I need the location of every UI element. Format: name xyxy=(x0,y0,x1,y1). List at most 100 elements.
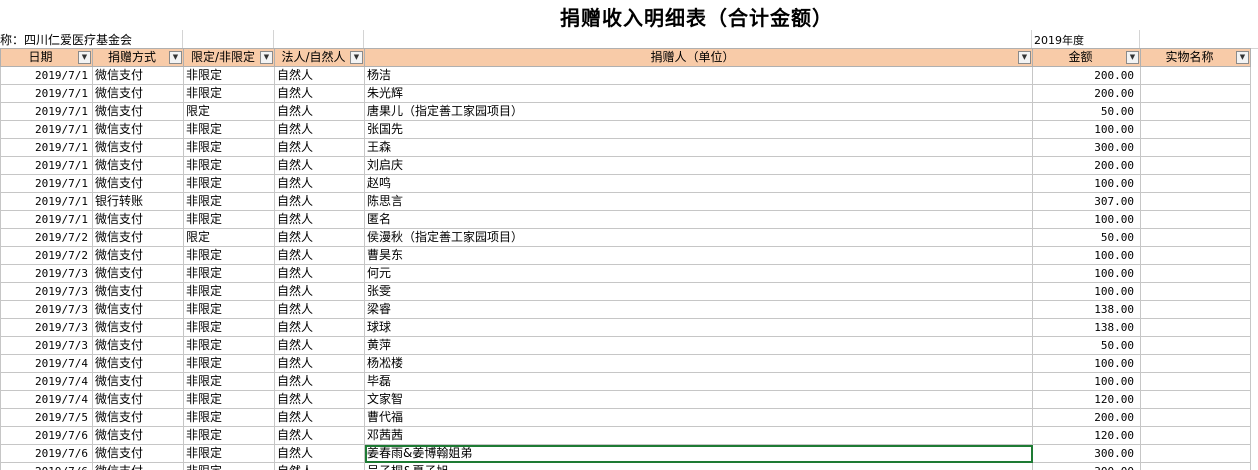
cell-entity[interactable]: 自然人 xyxy=(274,318,365,337)
cell-goods[interactable] xyxy=(1140,408,1251,427)
cell-method[interactable]: 微信支付 xyxy=(92,390,184,409)
cell-donor[interactable]: 张国先 xyxy=(364,120,1033,139)
cell-method[interactable]: 微信支付 xyxy=(92,102,184,121)
cell-amount[interactable]: 100.00 xyxy=(1032,246,1141,265)
cell-donor[interactable]: 王森 xyxy=(364,138,1033,157)
cell-date[interactable]: 2019/7/6 xyxy=(0,444,93,463)
cell-date[interactable]: 2019/7/3 xyxy=(0,264,93,283)
cell-amount[interactable]: 100.00 xyxy=(1032,174,1141,193)
cell-goods[interactable] xyxy=(1140,138,1251,157)
cell-donor[interactable]: 邓茜茜 xyxy=(364,426,1033,445)
cell-method[interactable]: 银行转账 xyxy=(92,192,184,211)
filter-dropdown-icon[interactable]: ▼ xyxy=(169,51,182,64)
cell-entity[interactable]: 自然人 xyxy=(274,84,365,103)
header-entity[interactable]: 法人/自然人 ▼ xyxy=(274,48,365,67)
cell-amount[interactable]: 100.00 xyxy=(1032,354,1141,373)
cell-entity[interactable]: 自然人 xyxy=(274,156,365,175)
cell-goods[interactable] xyxy=(1140,444,1251,463)
cell-method[interactable]: 微信支付 xyxy=(92,210,184,229)
cell-goods[interactable] xyxy=(1140,246,1251,265)
cell-goods[interactable] xyxy=(1140,228,1251,247)
cell-goods[interactable] xyxy=(1140,354,1251,373)
cell-method[interactable]: 微信支付 xyxy=(92,264,184,283)
cell-goods[interactable] xyxy=(1140,300,1251,319)
cell-goods[interactable] xyxy=(1140,462,1251,470)
cell-donor[interactable]: 毕磊 xyxy=(364,372,1033,391)
cell-amount[interactable]: 200.00 xyxy=(1032,84,1141,103)
cell-donor[interactable]: 杨凇楼 xyxy=(364,354,1033,373)
cell-restriction[interactable]: 非限定 xyxy=(183,300,275,319)
cell-method[interactable]: 微信支付 xyxy=(92,138,184,157)
cell-goods[interactable] xyxy=(1140,426,1251,445)
cell-restriction[interactable]: 非限定 xyxy=(183,138,275,157)
cell-amount[interactable]: 300.00 xyxy=(1032,444,1141,463)
cell-entity[interactable]: 自然人 xyxy=(274,462,365,470)
cell-date[interactable]: 2019/7/2 xyxy=(0,228,93,247)
cell-method[interactable]: 微信支付 xyxy=(92,246,184,265)
cell-restriction[interactable]: 非限定 xyxy=(183,408,275,427)
cell-date[interactable]: 2019/7/3 xyxy=(0,300,93,319)
cell-restriction[interactable]: 非限定 xyxy=(183,318,275,337)
cell-entity[interactable]: 自然人 xyxy=(274,228,365,247)
cell-date[interactable]: 2019/7/4 xyxy=(0,390,93,409)
cell-method[interactable]: 微信支付 xyxy=(92,336,184,355)
cell-restriction[interactable]: 非限定 xyxy=(183,246,275,265)
cell-date[interactable]: 2019/7/1 xyxy=(0,120,93,139)
cell-donor[interactable]: 侯漫秋（指定善工家园项目） xyxy=(364,228,1033,247)
cell-restriction[interactable]: 非限定 xyxy=(183,390,275,409)
cell-restriction[interactable]: 非限定 xyxy=(183,192,275,211)
cell-amount[interactable]: 300.00 xyxy=(1032,138,1141,157)
cell-date[interactable]: 2019/7/2 xyxy=(0,246,93,265)
filter-dropdown-icon[interactable]: ▼ xyxy=(78,51,91,64)
cell-amount[interactable]: 120.00 xyxy=(1032,390,1141,409)
cell-amount[interactable]: 50.00 xyxy=(1032,336,1141,355)
cell-date[interactable]: 2019/7/3 xyxy=(0,318,93,337)
cell-restriction[interactable]: 非限定 xyxy=(183,426,275,445)
cell-goods[interactable] xyxy=(1140,102,1251,121)
cell-method[interactable]: 微信支付 xyxy=(92,174,184,193)
cell-amount[interactable]: 100.00 xyxy=(1032,372,1141,391)
cell-entity[interactable]: 自然人 xyxy=(274,408,365,427)
cell-restriction[interactable]: 非限定 xyxy=(183,354,275,373)
cell-entity[interactable]: 自然人 xyxy=(274,66,365,85)
cell-date[interactable]: 2019/7/6 xyxy=(0,462,93,470)
cell-entity[interactable]: 自然人 xyxy=(274,138,365,157)
cell-goods[interactable] xyxy=(1140,282,1251,301)
cell-entity[interactable]: 自然人 xyxy=(274,210,365,229)
cell-donor[interactable]: 曹代福 xyxy=(364,408,1033,427)
cell-entity[interactable]: 自然人 xyxy=(274,246,365,265)
cell-goods[interactable] xyxy=(1140,318,1251,337)
cell-donor[interactable]: 黄萍 xyxy=(364,336,1033,355)
cell-goods[interactable] xyxy=(1140,120,1251,139)
cell-entity[interactable]: 自然人 xyxy=(274,372,365,391)
cell-date[interactable]: 2019/7/3 xyxy=(0,336,93,355)
cell-restriction[interactable]: 非限定 xyxy=(183,336,275,355)
cell-date[interactable]: 2019/7/1 xyxy=(0,174,93,193)
cell-method[interactable]: 微信支付 xyxy=(92,84,184,103)
cell-method[interactable]: 微信支付 xyxy=(92,156,184,175)
cell-entity[interactable]: 自然人 xyxy=(274,174,365,193)
cell-restriction[interactable]: 非限定 xyxy=(183,120,275,139)
cell-method[interactable]: 微信支付 xyxy=(92,120,184,139)
cell-amount[interactable]: 120.00 xyxy=(1032,426,1141,445)
cell-amount[interactable]: 300.00 xyxy=(1032,462,1141,470)
header-date[interactable]: 日期 ▼ xyxy=(0,48,93,67)
cell-amount[interactable]: 138.00 xyxy=(1032,318,1141,337)
cell-method[interactable]: 微信支付 xyxy=(92,318,184,337)
cell-amount[interactable]: 100.00 xyxy=(1032,282,1141,301)
cell-restriction[interactable]: 非限定 xyxy=(183,444,275,463)
cell-amount[interactable]: 200.00 xyxy=(1032,156,1141,175)
cell-goods[interactable] xyxy=(1140,210,1251,229)
filter-dropdown-icon[interactable]: ▼ xyxy=(260,51,273,64)
cell-method[interactable]: 微信支付 xyxy=(92,354,184,373)
cell-goods[interactable] xyxy=(1140,336,1251,355)
cell-donor[interactable]: 赵鸣 xyxy=(364,174,1033,193)
cell-donor[interactable]: 陈思言 xyxy=(364,192,1033,211)
cell-date[interactable]: 2019/7/1 xyxy=(0,84,93,103)
cell-date[interactable]: 2019/7/1 xyxy=(0,210,93,229)
filter-dropdown-icon[interactable]: ▼ xyxy=(1018,51,1031,64)
cell-date[interactable]: 2019/7/1 xyxy=(0,156,93,175)
sheet-title[interactable]: 捐赠收入明细表（合计金额） xyxy=(560,2,1000,31)
cell-donor[interactable]: 吴子桐&夏子旭 xyxy=(364,462,1033,470)
cell-restriction[interactable]: 非限定 xyxy=(183,282,275,301)
